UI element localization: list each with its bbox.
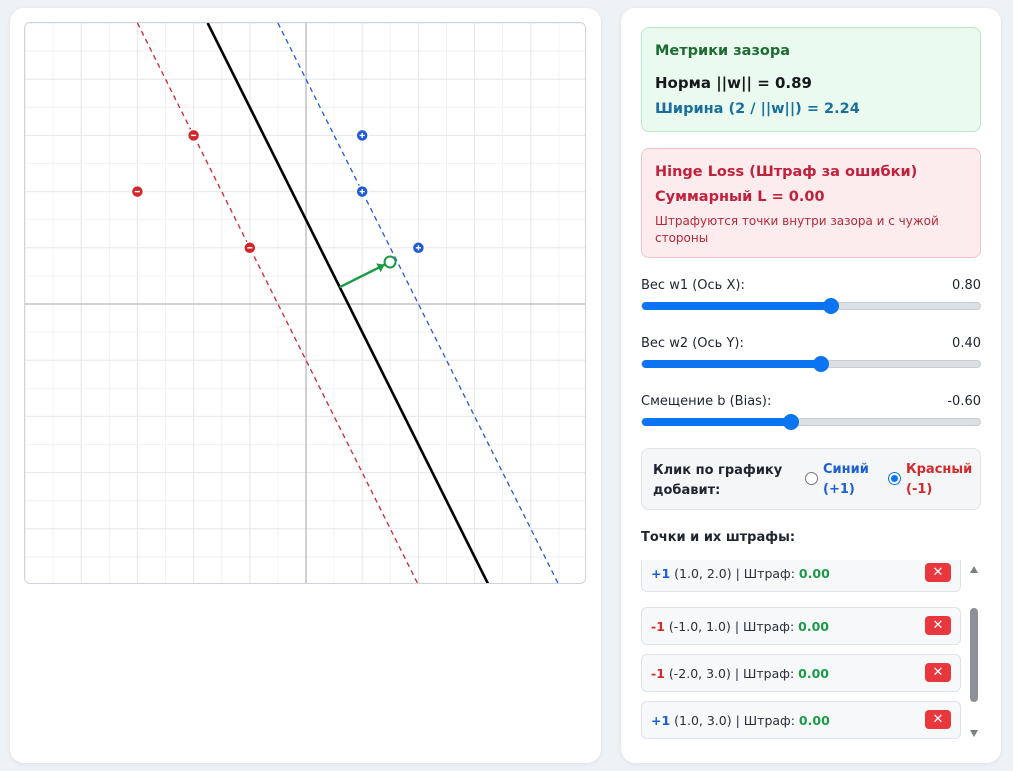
slider-w1-value: 0.80 xyxy=(952,278,981,293)
point-label: -1 xyxy=(651,619,665,634)
norm-value: Норма ||w|| = 0.89 xyxy=(655,74,812,92)
hinge-title: Hinge Loss (Штраф за ошибки) xyxy=(655,164,918,180)
slider-w2-track[interactable] xyxy=(641,356,981,372)
slider-bias-value: -0.60 xyxy=(947,394,981,409)
slider-w1-track[interactable] xyxy=(641,298,981,314)
penalty-prefix: | Штраф: xyxy=(734,666,795,681)
hinge-loss-box: Hinge Loss (Штраф за ошибки) Суммарный L… xyxy=(641,148,981,258)
point-coords: (1.0, 2.0) xyxy=(674,566,732,581)
scroll-up-icon[interactable] xyxy=(970,566,978,573)
delete-point-button[interactable]: ✕ xyxy=(925,616,951,635)
point-label: +1 xyxy=(651,713,671,728)
svm-plot[interactable] xyxy=(24,22,586,584)
scroll-down-icon[interactable] xyxy=(970,730,978,737)
radio-red-label[interactable]: Красный (-1) xyxy=(906,460,978,500)
hinge-total: Суммарный L = 0.00 xyxy=(655,189,825,205)
list-item: +1 (1.0, 3.0) | Штраф: 0.00 ✕ xyxy=(641,701,961,739)
penalty-prefix: | Штраф: xyxy=(735,566,795,581)
point-label: +1 xyxy=(651,566,671,581)
plot-card xyxy=(10,8,601,763)
slider-w1-label: Вес w1 (Ось X): xyxy=(641,278,745,293)
penalty-value: 0.00 xyxy=(798,566,830,581)
slider-bias-thumb[interactable] xyxy=(782,414,799,430)
radio-blue-label[interactable]: Синий (+1) xyxy=(823,460,883,500)
point-label: -1 xyxy=(651,666,665,681)
close-icon: ✕ xyxy=(932,665,944,680)
normal-vector-handle xyxy=(383,255,397,269)
point-coords: (-1.0, 1.0) xyxy=(668,619,731,634)
slider-w2-fill xyxy=(642,360,822,368)
list-item: -1 (-1.0, 1.0) | Штраф: 0.00 ✕ xyxy=(641,607,961,645)
slider-w1-thumb[interactable] xyxy=(823,298,840,314)
hinge-note: Штрафуются точки внутри зазора и с чужой… xyxy=(655,214,939,245)
list-item: +1 (1.0, 2.0) | Штраф: 0.00 ✕ xyxy=(641,560,961,592)
slider-w1-fill xyxy=(642,302,832,310)
close-icon: ✕ xyxy=(932,618,944,633)
points-list-title: Точки и их штрафы: xyxy=(641,530,796,545)
points-list[interactable]: +1 (1.0, 2.0) | Штраф: 0.00 ✕ -1 (-1.0, … xyxy=(641,560,971,740)
penalty-value: 0.00 xyxy=(798,713,830,728)
slider-w2: Вес w2 (Ось Y): 0.40 xyxy=(641,336,981,376)
penalty-value: 0.00 xyxy=(798,619,829,634)
delete-point-button[interactable]: ✕ xyxy=(925,563,951,582)
penalty-prefix: | Штраф: xyxy=(735,713,795,728)
list-item: -1 (-2.0, 3.0) | Штраф: 0.00 ✕ xyxy=(641,654,961,692)
radio-blue[interactable] xyxy=(805,472,818,485)
control-panel: Метрики зазора Норма ||w|| = 0.89 Ширина… xyxy=(621,8,1001,763)
point-coords: (1.0, 3.0) xyxy=(674,713,732,728)
click-mode-box: Клик по графику добавит: Синий (+1) Крас… xyxy=(641,448,981,510)
radio-red[interactable] xyxy=(888,472,901,485)
close-icon: ✕ xyxy=(932,712,944,727)
delete-point-button[interactable]: ✕ xyxy=(925,710,951,729)
points-scrollbar[interactable] xyxy=(968,560,980,740)
slider-bias-fill xyxy=(642,418,791,426)
slider-bias-label: Смещение b (Bias): xyxy=(641,394,772,409)
slider-w2-value: 0.40 xyxy=(952,336,981,351)
slider-w2-thumb[interactable] xyxy=(813,356,830,372)
close-icon: ✕ xyxy=(932,565,944,580)
slider-bias-track[interactable] xyxy=(641,414,981,430)
slider-w1: Вес w1 (Ось X): 0.80 xyxy=(641,278,981,318)
penalty-value: 0.00 xyxy=(798,666,829,681)
penalty-prefix: | Штраф: xyxy=(734,619,795,634)
slider-w2-label: Вес w2 (Ось Y): xyxy=(641,336,744,351)
delete-point-button[interactable]: ✕ xyxy=(925,663,951,682)
point-coords: (-2.0, 3.0) xyxy=(668,666,731,681)
metrics-title: Метрики зазора xyxy=(655,43,791,59)
click-mode-label: Клик по графику добавит: xyxy=(653,463,783,498)
plot-canvas[interactable] xyxy=(25,23,586,584)
margin-width-value: Ширина (2 / ||w||) = 2.24 xyxy=(655,101,860,117)
margin-metrics-box: Метрики зазора Норма ||w|| = 0.89 Ширина… xyxy=(641,27,981,132)
scrollbar-thumb[interactable] xyxy=(970,608,978,702)
slider-bias: Смещение b (Bias): -0.60 xyxy=(641,394,981,434)
